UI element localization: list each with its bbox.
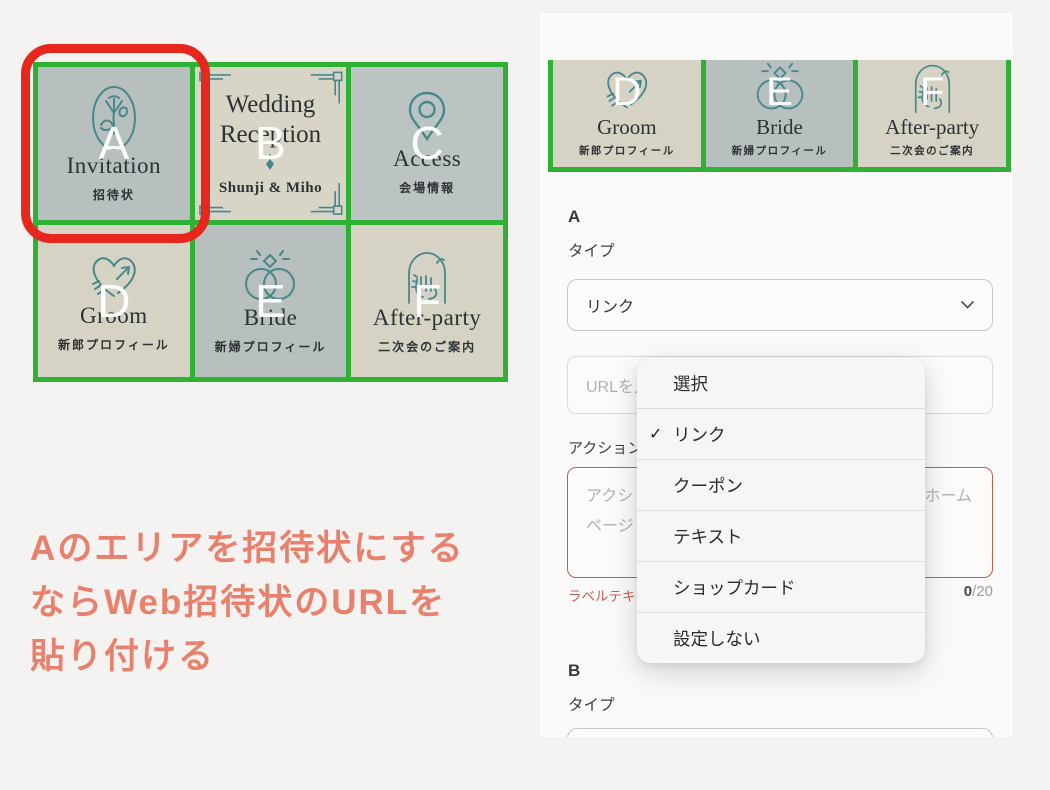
char-counter-max: /20 bbox=[972, 583, 993, 600]
tile-letter-d: D bbox=[97, 274, 130, 328]
tile-title: After-party bbox=[885, 115, 979, 139]
check-icon: ✓ bbox=[649, 424, 662, 444]
annotation-text: Aのエリアを招待状にする ならWeb招待状のURLを 貼り付ける bbox=[30, 522, 510, 684]
dropdown-item-label: リンク bbox=[673, 422, 726, 447]
annotation-line-3: 貼り付ける bbox=[30, 630, 510, 684]
dropdown-item-none[interactable]: 設定しない bbox=[637, 612, 925, 663]
tile-subtitle: 二次会のご案内 bbox=[378, 338, 476, 355]
menu-tile-b-wedding-reception: Wedding Reception Shunji & Miho B bbox=[195, 67, 347, 220]
dropdown-item-select[interactable]: 選択 bbox=[637, 358, 925, 408]
editor-preview-tiles-row: Groom 新郎プロフィール D Bride 新婦プロフィール E After-… bbox=[548, 60, 1011, 172]
annotation-line-2: ならWeb招待状のURLを bbox=[30, 576, 510, 630]
type-select-a-value: リンク bbox=[586, 293, 634, 317]
tile-letter-f: F bbox=[920, 70, 944, 115]
tile-subtitle: 会場情報 bbox=[399, 179, 455, 196]
dropdown-item-label: クーポン bbox=[673, 473, 743, 498]
tile-title: Groom bbox=[597, 115, 657, 139]
menu-tile-f-after-party: After-party 二次会のご案内 F bbox=[351, 225, 503, 378]
dropdown-item-label: テキスト bbox=[673, 524, 742, 549]
dropdown-item-coupon[interactable]: クーポン bbox=[637, 459, 925, 510]
section-a-label: A bbox=[568, 207, 580, 227]
preview-tile-f-after-party: After-party 二次会のご案内 F bbox=[858, 60, 1006, 167]
tile-subtitle: 二次会のご案内 bbox=[890, 143, 974, 158]
dropdown-item-text[interactable]: テキスト bbox=[637, 510, 925, 561]
preview-tile-d-groom: Groom 新郎プロフィール D bbox=[553, 60, 701, 167]
action-label: アクション bbox=[568, 437, 642, 458]
preview-tile-e-bride: Bride 新婦プロフィール E bbox=[706, 60, 854, 167]
tile-letter-e: E bbox=[766, 70, 793, 115]
tile-subtitle: 新郎プロフィール bbox=[58, 336, 170, 353]
action-placeholder-fragment-1: アクシ bbox=[586, 482, 633, 506]
type-dropdown-menu: 選択 ✓ リンク クーポン テキスト ショップカード 設定しない bbox=[637, 358, 925, 663]
tile-subtitle: 新郎プロフィール bbox=[579, 143, 675, 158]
menu-tile-d-groom: Groom 新郎プロフィール D bbox=[38, 225, 190, 378]
type-select-a[interactable]: リンク bbox=[567, 279, 993, 331]
tile-letter-e: E bbox=[255, 274, 286, 328]
action-placeholder-fragment-3: ページ bbox=[586, 512, 634, 536]
tile-subtitle: 新婦プロフィール bbox=[215, 338, 327, 355]
tile-title: Bride bbox=[756, 115, 803, 139]
tile-letter-d: D bbox=[612, 70, 641, 115]
tile-subtitle: 新婦プロフィール bbox=[732, 143, 828, 158]
action-placeholder-fragment-2: ホーム bbox=[924, 482, 972, 506]
chevron-down-icon bbox=[961, 301, 974, 309]
tile-a-highlight-rectangle bbox=[21, 44, 210, 243]
menu-tile-c-access: Access 会場情報 C bbox=[351, 67, 503, 220]
type-label-a: タイプ bbox=[568, 239, 615, 261]
tile-letter-b: B bbox=[255, 116, 286, 170]
dropdown-item-link[interactable]: ✓ リンク bbox=[637, 408, 925, 459]
menu-tile-e-bride: Bride 新婦プロフィール E bbox=[195, 225, 347, 378]
dropdown-item-shopcard[interactable]: ショップカード bbox=[637, 561, 925, 612]
type-select-b[interactable] bbox=[567, 728, 993, 737]
editor-panel: Groom 新郎プロフィール D Bride 新婦プロフィール E After-… bbox=[540, 13, 1013, 737]
tile-letter-c: C bbox=[411, 116, 444, 170]
tile-letter-f: F bbox=[413, 274, 441, 328]
section-b-label: B bbox=[568, 661, 580, 681]
annotation-line-1: Aのエリアを招待状にする bbox=[30, 522, 510, 576]
dropdown-item-label: 設定しない bbox=[673, 626, 761, 651]
dropdown-item-label: 選択 bbox=[673, 371, 708, 396]
dropdown-item-label: ショップカード bbox=[673, 575, 796, 600]
type-label-b: タイプ bbox=[568, 693, 615, 715]
char-counter-current: 0 bbox=[964, 583, 972, 600]
